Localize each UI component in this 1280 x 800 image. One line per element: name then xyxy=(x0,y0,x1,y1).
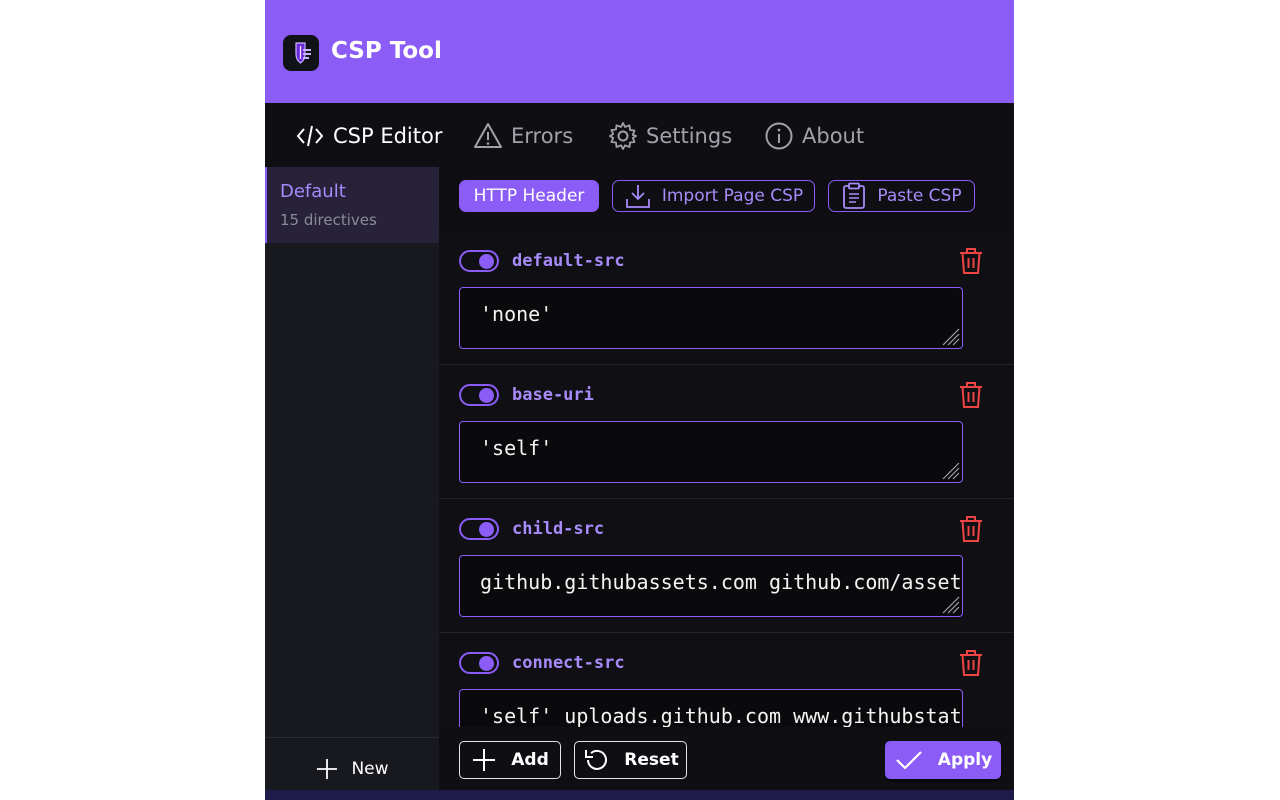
tab-about[interactable]: About xyxy=(764,116,864,156)
add-directive-button[interactable]: Add xyxy=(459,741,561,779)
tab-label: Errors xyxy=(511,124,574,148)
directive-value: 'self' xyxy=(480,436,553,460)
download-icon xyxy=(625,185,650,208)
directive-name: child-src xyxy=(512,519,605,539)
trash-icon[interactable] xyxy=(957,648,985,678)
tab-label: CSP Editor xyxy=(333,124,443,148)
plus-icon xyxy=(317,759,338,779)
resize-handle-icon[interactable] xyxy=(938,324,960,346)
gear-icon xyxy=(609,122,637,150)
directive-toggle[interactable] xyxy=(459,250,499,272)
csp-tool-window: CSP Tool CSP Editor Errors Settings Abou… xyxy=(265,0,1014,800)
directive-value: github.githubassets.com github.com/asset xyxy=(480,570,962,594)
directive-row: default-src 'none' xyxy=(439,231,1014,365)
code-icon xyxy=(296,125,324,147)
trash-icon[interactable] xyxy=(957,514,985,544)
add-label: Add xyxy=(511,750,549,770)
tab-label: Settings xyxy=(646,124,733,148)
checkmark-icon xyxy=(896,751,922,770)
directive-name: base-uri xyxy=(512,385,594,405)
resize-handle-icon[interactable] xyxy=(938,458,960,480)
directive-toggle[interactable] xyxy=(459,652,499,674)
trash-icon[interactable] xyxy=(957,380,985,410)
profile-name: Default xyxy=(280,181,346,202)
warning-icon xyxy=(474,123,502,148)
tab-csp-editor[interactable]: CSP Editor xyxy=(295,116,442,156)
paste-csp-button[interactable]: Paste CSP xyxy=(828,180,975,212)
title-bar: CSP Tool xyxy=(265,0,1014,103)
directive-toggle[interactable] xyxy=(459,518,499,540)
trash-icon[interactable] xyxy=(957,246,985,276)
directive-value-field[interactable]: github.githubassets.com github.com/asset xyxy=(459,555,963,617)
directive-toggle[interactable] xyxy=(459,384,499,406)
directive-row: child-src github.githubassets.com github… xyxy=(439,499,1014,633)
csp-editor-panel: HTTP Header Import Page CSP Paste CSP de… xyxy=(439,167,1014,800)
directive-value: 'self' uploads.github.com www.githubstat xyxy=(480,704,962,727)
reset-button[interactable]: Reset xyxy=(574,741,687,779)
directive-list[interactable]: default-src 'none' base-uri 'self' child… xyxy=(439,231,1014,727)
tab-label: About xyxy=(802,124,865,148)
reset-label: Reset xyxy=(624,750,679,770)
profile-directive-count: 15 directives xyxy=(280,211,377,229)
paste-label: Paste CSP xyxy=(877,186,962,206)
directive-value-field[interactable]: 'self' uploads.github.com www.githubstat xyxy=(459,689,963,727)
info-icon xyxy=(765,122,793,150)
directive-name: default-src xyxy=(512,251,625,271)
import-label: Import Page CSP xyxy=(661,186,804,206)
directive-value-field[interactable]: 'none' xyxy=(459,287,963,349)
http-header-button[interactable]: HTTP Header xyxy=(459,180,599,212)
undo-icon xyxy=(585,749,608,770)
directive-row: base-uri 'self' xyxy=(439,365,1014,499)
resize-handle-icon[interactable] xyxy=(938,592,960,614)
apply-label: Apply xyxy=(937,750,993,770)
http-header-label: HTTP Header xyxy=(473,186,585,206)
profile-item-default[interactable]: Default 15 directives xyxy=(265,167,439,243)
directive-value-field[interactable]: 'self' xyxy=(459,421,963,483)
directive-value: 'none' xyxy=(480,302,553,326)
plus-icon xyxy=(473,749,496,771)
tab-errors[interactable]: Errors xyxy=(473,116,573,156)
directive-row: connect-src 'self' uploads.github.com ww… xyxy=(439,633,1014,727)
import-page-csp-button[interactable]: Import Page CSP xyxy=(612,180,815,212)
clipboard-icon xyxy=(843,182,866,209)
new-label: New xyxy=(351,759,389,779)
app-logo-icon xyxy=(283,35,319,71)
window-bottom-edge xyxy=(265,790,1014,800)
tab-settings[interactable]: Settings xyxy=(608,116,732,156)
app-title: CSP Tool xyxy=(331,38,442,64)
profile-sidebar: Default 15 directives New xyxy=(265,167,439,800)
apply-button[interactable]: Apply xyxy=(885,741,1001,779)
directive-name: connect-src xyxy=(512,653,625,673)
